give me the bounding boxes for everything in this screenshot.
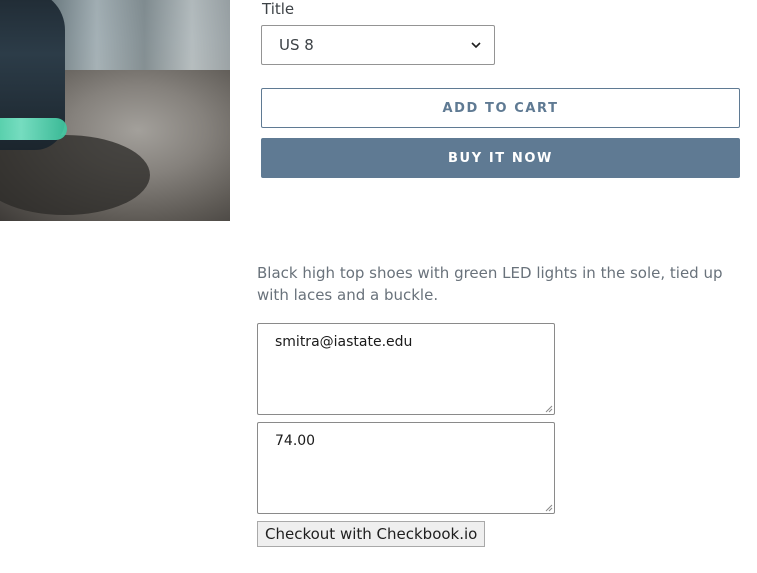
product-image bbox=[0, 0, 230, 221]
variant-label: Title bbox=[262, 0, 295, 18]
email-field[interactable]: smitra@iastate.edu bbox=[257, 323, 555, 415]
variant-selected-value: US 8 bbox=[279, 36, 314, 54]
email-field-value: smitra@iastate.edu bbox=[275, 334, 413, 350]
add-to-cart-button[interactable]: ADD TO CART bbox=[261, 88, 740, 128]
chevron-down-icon bbox=[470, 39, 482, 51]
resize-grip-icon[interactable] bbox=[545, 504, 553, 512]
amount-field-value: 74.00 bbox=[275, 433, 316, 449]
checkout-checkbook-button[interactable]: Checkout with Checkbook.io bbox=[257, 521, 486, 547]
led-sole-graphic bbox=[0, 118, 67, 140]
buy-it-now-button[interactable]: BUY IT NOW bbox=[261, 138, 740, 178]
image-background bbox=[40, 0, 230, 70]
product-description: Black high top shoes with green LED ligh… bbox=[257, 264, 723, 304]
amount-field[interactable]: 74.00 bbox=[257, 422, 555, 514]
variant-select[interactable]: US 8 bbox=[261, 25, 495, 65]
resize-grip-icon[interactable] bbox=[545, 405, 553, 413]
